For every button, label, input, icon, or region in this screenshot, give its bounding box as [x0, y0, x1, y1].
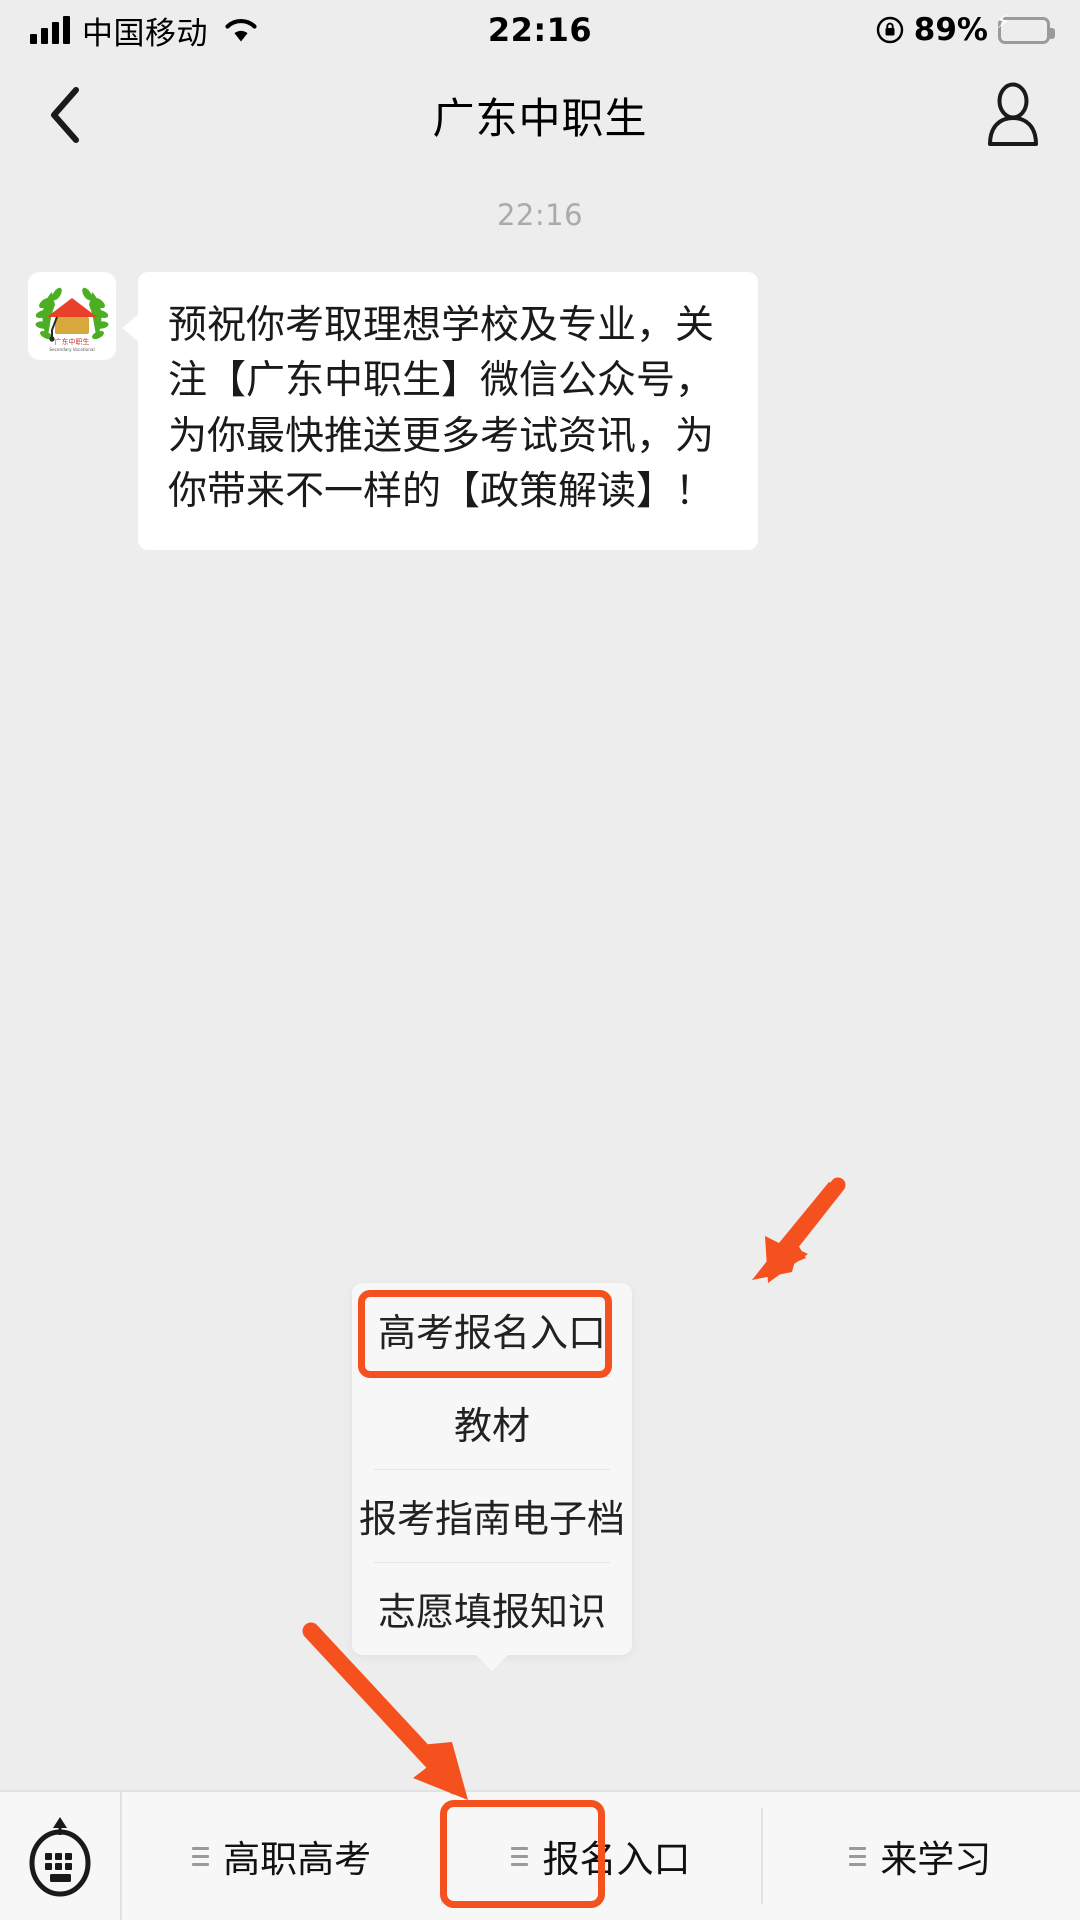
submenu-item-label: 教材 — [453, 1404, 530, 1448]
submenu-item-textbook[interactable]: 教材 — [352, 1376, 632, 1469]
status-bar: 中国移动 22:16 89% ⚡ — [0, 0, 1080, 60]
submenu-item-gaokao-signup[interactable]: 高考报名入口 — [352, 1283, 632, 1376]
tab-label: 报名入口 — [542, 1838, 691, 1881]
battery-charging-icon: ⚡ — [996, 11, 1055, 44]
battery-percent-label: 89% — [913, 12, 988, 48]
bottom-tab-bar: 高职高考 报名入口 来学习 — [0, 1790, 1080, 1920]
tab-come-study[interactable]: 来学习 — [760, 1792, 1080, 1920]
svg-text:Secondary Vocational: Secondary Vocational — [49, 347, 94, 352]
submenu-item-label: 报考指南电子档 — [358, 1497, 625, 1541]
keyboard-toggle-icon — [29, 1817, 91, 1897]
phone-screen: 中国移动 22:16 89% ⚡ 广东中职生 22:16 广东中职生 Secon… — [0, 0, 1080, 1920]
submenu-item-guide-ebook[interactable]: 报考指南电子档 — [352, 1469, 632, 1562]
back-chevron-icon — [51, 87, 79, 143]
submenu-item-volunteer-knowledge[interactable]: 志愿填报知识 — [352, 1562, 632, 1655]
back-button[interactable] — [30, 80, 100, 150]
page-title: 广东中职生 — [432, 93, 648, 143]
keyboard-toggle-button[interactable] — [0, 1792, 122, 1920]
message-row: 广东中职生 Secondary Vocational 预祝你考取理想学校及专业，… — [28, 272, 1080, 550]
contact-profile-icon — [988, 82, 1038, 146]
message-bubble[interactable]: 预祝你考取理想学校及专业，关注【广东中职生】微信公众号，为你最快推送更多考试资讯… — [122, 272, 758, 550]
tab-label: 高职高考 — [223, 1838, 372, 1881]
profile-button[interactable] — [978, 80, 1048, 150]
message-bubble-wrapper: 预祝你考取理想学校及专业，关注【广东中职生】微信公众号，为你最快推送更多考试资讯… — [122, 272, 758, 550]
submenu-popup: 高考报名入口 教材 报考指南电子档 志愿填报知识 — [352, 1283, 632, 1655]
list-menu-icon — [849, 1846, 867, 1866]
message-text: 预祝你考取理想学校及专业，关注【广东中职生】微信公众号，为你最快推送更多考试资讯… — [168, 303, 715, 515]
navigation-bar: 广东中职生 — [0, 60, 1080, 170]
status-bar-right: 89% ⚡ — [876, 11, 1055, 48]
tab-label: 来学习 — [880, 1838, 992, 1881]
tab-gaozhi-gaokao[interactable]: 高职高考 — [122, 1792, 441, 1920]
tab-signup-entry[interactable]: 报名入口 — [441, 1792, 760, 1920]
list-menu-icon — [511, 1846, 529, 1866]
charging-bolt-icon: ⚡ — [995, 9, 1011, 33]
list-menu-icon — [192, 1846, 210, 1866]
message-timestamp: 22:16 — [496, 198, 584, 232]
official-account-avatar-laurel-graduation-cap[interactable]: 广东中职生 Secondary Vocational — [28, 272, 116, 360]
svg-text:广东中职生: 广东中职生 — [55, 337, 90, 346]
rotation-lock-icon — [876, 16, 904, 44]
submenu-item-label: 高考报名入口 — [377, 1311, 606, 1355]
submenu-item-label: 志愿填报知识 — [377, 1590, 606, 1634]
